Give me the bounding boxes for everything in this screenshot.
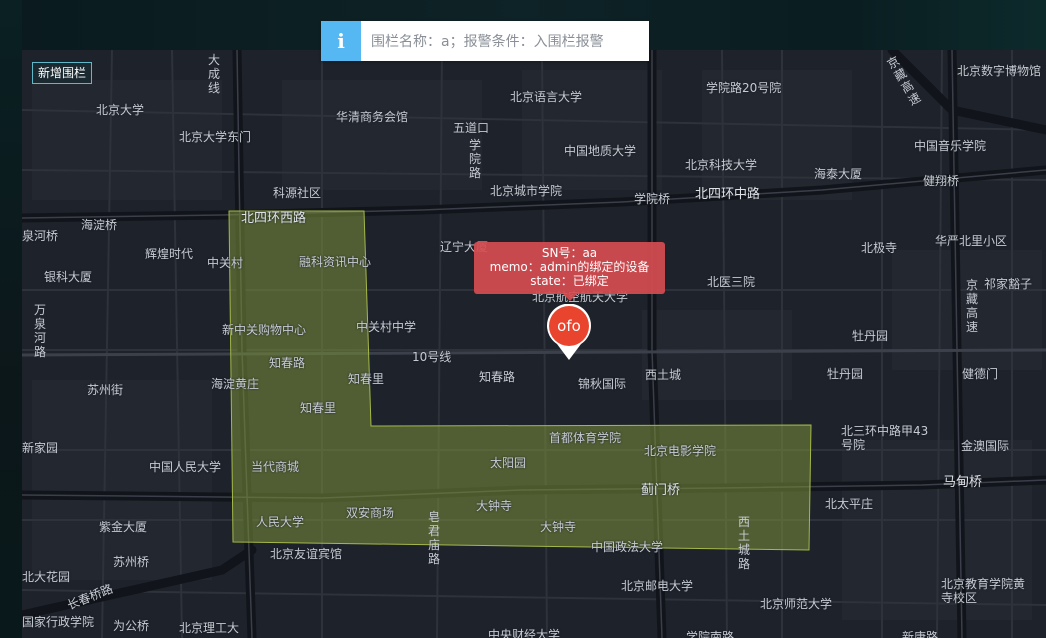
- road-label: 北四环中路: [695, 187, 761, 202]
- map-label: 北京语言大学: [510, 90, 583, 104]
- device-marker[interactable]: ofo: [545, 303, 593, 362]
- map-label: 西土城: [645, 368, 682, 382]
- map-label: 大钟寺: [476, 499, 513, 513]
- map-label: 当代商城: [251, 460, 300, 474]
- map-label: 苏州桥: [113, 555, 150, 569]
- map-label: 双安商场: [346, 506, 395, 520]
- map-label: 知春里: [300, 401, 337, 415]
- map-label: 为公桥: [113, 619, 150, 633]
- map-label: 北京邮电大学: [621, 579, 694, 593]
- map-label: 马甸桥: [943, 475, 983, 490]
- map-label: 知春路: [479, 370, 516, 384]
- device-popup: SN号：aa memo：admin的绑定的设备 state：已绑定: [474, 242, 665, 301]
- map-pin-icon: ofo: [547, 303, 591, 360]
- marker-label: ofo: [557, 317, 581, 335]
- map-label: 太阳园: [490, 456, 527, 470]
- info-text: 围栏名称：a；报警条件：入围栏报警: [371, 34, 604, 50]
- map-roads: [22, 50, 1046, 638]
- map-label: 大 成 线: [207, 53, 220, 95]
- map-label: 北京城市学院: [490, 184, 563, 198]
- map-label: 北大花园: [22, 570, 71, 584]
- map-label: 北京友谊宾馆: [270, 547, 343, 561]
- left-strip: [0, 0, 22, 638]
- map-label: 牡丹园: [852, 329, 889, 343]
- map-label: 学院桥: [634, 192, 671, 206]
- map-label: 人民大学: [256, 515, 305, 529]
- map-label: 北极寺: [861, 241, 898, 255]
- map-label: 牡丹园: [827, 367, 864, 381]
- map-label: 健德门: [962, 367, 999, 381]
- road-label: 皂君庙路: [427, 510, 440, 566]
- map-label: 中国人民大学: [149, 460, 222, 474]
- map-label: 中关村: [207, 256, 244, 270]
- map-label: 祁家豁子: [984, 277, 1033, 291]
- map-label: 健翔桥: [923, 174, 960, 188]
- road-label: 北四环西路: [241, 211, 307, 226]
- road-label: 西土城路: [737, 515, 750, 571]
- road-label: 学院路: [468, 138, 481, 180]
- map-label: 北医三院: [707, 275, 756, 289]
- road-label: 万泉河路: [33, 303, 46, 359]
- map-label: 中国音乐学院: [914, 139, 987, 153]
- map-label: 北京大学: [96, 103, 145, 117]
- map-label: 新家园: [22, 441, 59, 455]
- map-label: 首都体育学院: [549, 431, 622, 445]
- map-label: 锦秋国际: [578, 377, 627, 391]
- map-label: 北京师范大学: [760, 597, 833, 611]
- map-label: 知春里: [348, 372, 385, 386]
- map-label: 融科资讯中心: [299, 255, 372, 269]
- map-label: 北三环中路甲43号院: [841, 424, 929, 452]
- info-icon: i: [321, 21, 361, 61]
- map-label: 北太平庄: [825, 497, 874, 511]
- map-label: 北京教育学院黄寺校区: [941, 577, 1026, 605]
- map-label: 中国地质大学: [564, 144, 637, 158]
- map-label: 科源社区: [273, 186, 322, 200]
- popup-memo: memo：admin的绑定的设备: [489, 260, 650, 274]
- map-label: 10号线: [412, 350, 452, 364]
- map-label: 辉煌时代: [145, 247, 194, 261]
- map-label: 苏州街: [87, 383, 124, 397]
- map-label: 中关村中学: [356, 320, 417, 334]
- map-label: 海淀桥: [81, 218, 118, 232]
- map-label: 中央财经大学: [488, 628, 561, 638]
- map-label: 蓟门桥: [641, 483, 681, 498]
- map-label: 学院南路: [686, 630, 735, 638]
- map-label: 新中关购物中心: [222, 323, 307, 337]
- map-label: 北京理工大: [179, 621, 240, 635]
- map-label: 知春路: [269, 356, 306, 370]
- map-label: 学院路20号院: [706, 81, 782, 95]
- map-label: 金澳国际: [961, 439, 1010, 453]
- map-label: 国家行政学院: [22, 615, 95, 629]
- map-label: 紫金大厦: [99, 520, 148, 534]
- map-canvas[interactable]: 北京大学 大 成 线 北京语言大学 学院路20号院 北京数字博物馆 华清商务会馆…: [22, 50, 1046, 638]
- map-label: 新康路: [902, 630, 939, 638]
- map-label: 北京科技大学: [685, 158, 758, 172]
- map-label: 北京数字博物馆: [957, 64, 1042, 78]
- map-label: 海淀黄庄: [211, 377, 260, 391]
- road-label: 京藏高速: [965, 278, 978, 334]
- map-label: 中国政法大学: [591, 540, 664, 554]
- map-label: 华严北里小区: [935, 234, 1008, 248]
- popup-state: state：已绑定: [530, 274, 609, 288]
- info-banner: i 围栏名称：a；报警条件：入围栏报警: [321, 21, 649, 61]
- add-fence-button[interactable]: 新增围栏: [32, 62, 93, 84]
- map-label: 北京大学东门: [179, 130, 252, 144]
- map-label: 海泰大厦: [814, 167, 863, 181]
- map-label: 北京电影学院: [644, 444, 717, 458]
- map-label: 五道口: [453, 121, 490, 135]
- map-label: 银科大厦: [44, 270, 93, 284]
- map-label: 华清商务会馆: [336, 110, 409, 124]
- map-label: 泉河桥: [22, 229, 59, 243]
- map-label: 大钟寺: [540, 520, 577, 534]
- popup-sn: SN号：aa: [541, 246, 598, 260]
